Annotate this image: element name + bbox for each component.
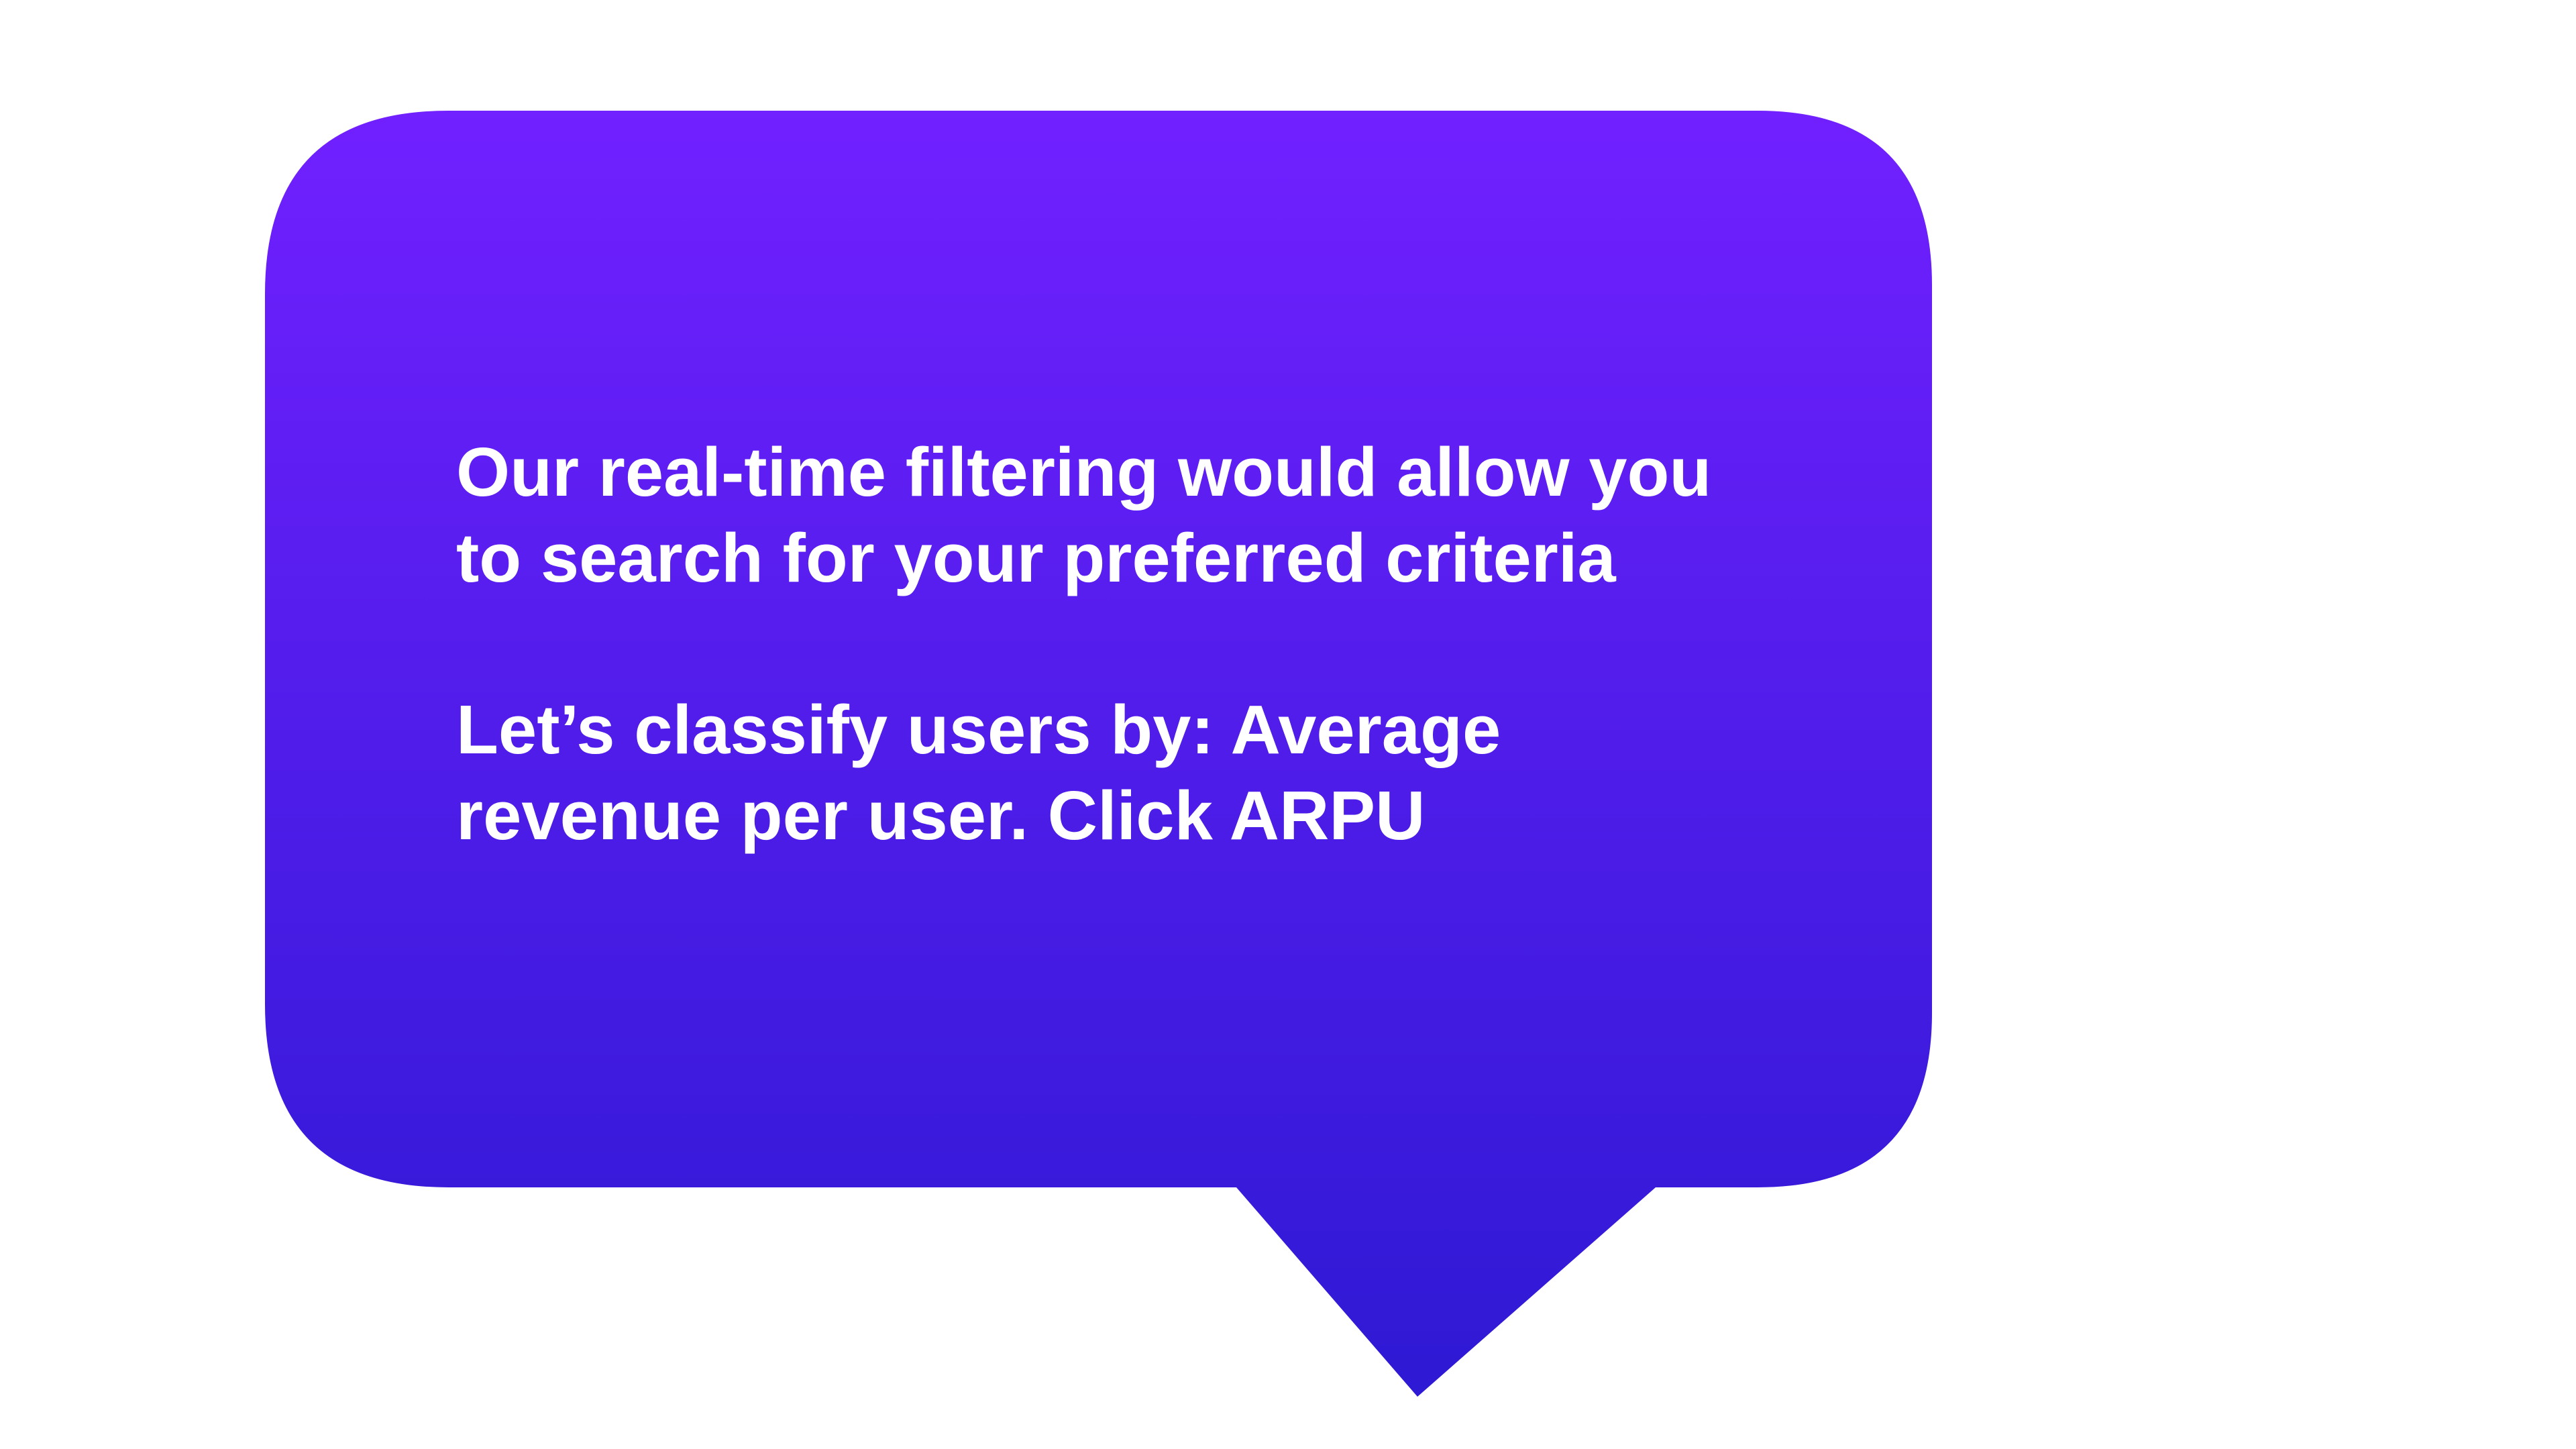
tooltip-paragraph-2-line-2: revenue per user. Click ARPU <box>456 777 1426 854</box>
tooltip-paragraph-1-line-2: to search for your preferred criteria <box>456 519 1616 596</box>
tooltip-message: Our real-time filtering would allow you … <box>456 429 1865 859</box>
tutorial-screen: Our real-time filtering would allow you … <box>0 0 2576 1449</box>
tooltip-paragraph-2-line-1: Let’s classify users by: Average <box>456 691 1501 768</box>
tooltip-paragraph-1-line-1: Our real-time filtering would allow you <box>456 433 1712 511</box>
